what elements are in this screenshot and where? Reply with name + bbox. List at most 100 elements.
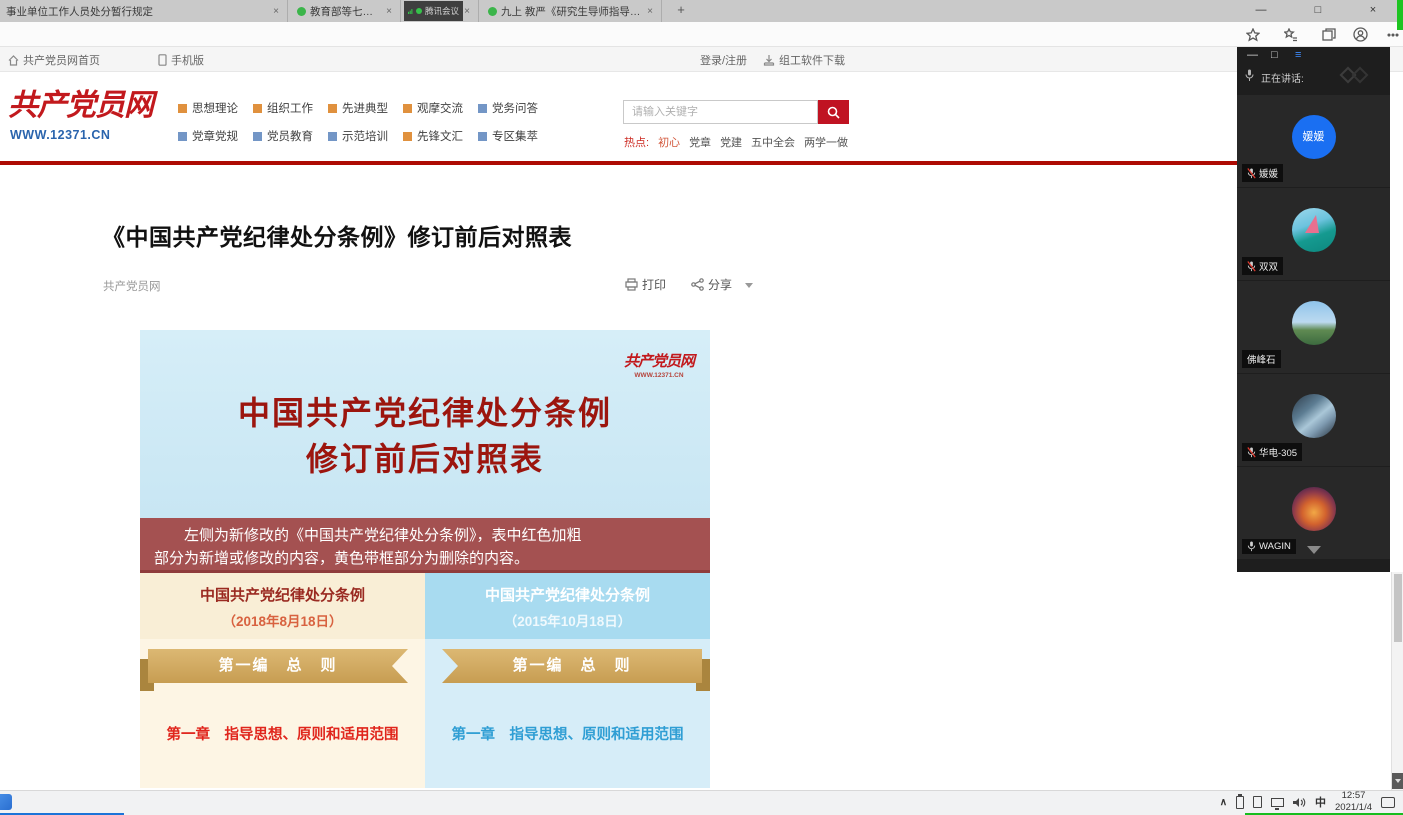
nav-bullet-icon xyxy=(178,132,187,141)
participant-tiles: 媛媛 媛媛 xyxy=(1237,95,1390,560)
browser-tab-2[interactable]: 教育部等七部门关于加强和改进高校成绩 × xyxy=(291,0,401,22)
more-participants-down-icon[interactable] xyxy=(1307,546,1321,554)
panel-maximize-icon[interactable]: □ xyxy=(1271,49,1278,61)
poster-title-line1: 中国共产党纪律处分条例 xyxy=(140,388,710,434)
header-divider xyxy=(0,161,1237,165)
page-scrollbar[interactable] xyxy=(1391,572,1403,790)
participant-tile[interactable]: 媛媛 媛媛 xyxy=(1237,95,1390,187)
scrollbar-thumb[interactable] xyxy=(1394,574,1402,642)
avatar xyxy=(1292,487,1336,531)
tencent-meeting-mini-bar[interactable]: 腾讯会议 xyxy=(404,1,463,21)
mic-muted-icon xyxy=(1247,168,1256,179)
panel-list-view-icon[interactable]: ≡ xyxy=(1295,49,1301,61)
home-icon xyxy=(8,55,19,66)
participant-tile[interactable]: 佛峰石 xyxy=(1237,281,1390,373)
site-logo-url: WWW.12371.CN xyxy=(10,128,110,142)
tab-close-icon[interactable]: × xyxy=(462,6,472,17)
phone-icon xyxy=(158,54,167,66)
nav-bullet-icon xyxy=(403,104,412,113)
hot-link-2[interactable]: 党章 xyxy=(689,134,711,150)
share-label: 分享 xyxy=(708,276,732,293)
scrollbar-down-button[interactable] xyxy=(1392,773,1403,789)
comparison-poster: 共产党员网 WWW.12371.CN 中国共产党纪律处分条例 修订前后对照表 左… xyxy=(140,330,710,788)
speaking-row: 正在讲话: xyxy=(1237,65,1390,89)
hot-link-4[interactable]: 五中全会 xyxy=(751,134,795,150)
chapter-heading: 第一章 指导思想、原则和适用范围 xyxy=(425,723,710,744)
battery-icon[interactable] xyxy=(1236,796,1244,809)
tab-close-icon[interactable]: × xyxy=(271,6,281,17)
browser-tab-4[interactable]: 九上 教严《研究生导师指导行为… × xyxy=(482,0,662,22)
hidden-icons-chevron[interactable]: ∧ xyxy=(1220,797,1227,808)
phone-link-icon[interactable] xyxy=(1253,796,1262,808)
avatar: 媛媛 xyxy=(1292,115,1336,159)
hot-link-1[interactable]: 初心 xyxy=(658,134,680,150)
avatar xyxy=(1292,394,1336,438)
browser-tab-1[interactable]: 事业单位工作人员处分暂行规定 × xyxy=(0,0,288,22)
nav-item-6[interactable]: 党章党规 xyxy=(178,128,238,144)
tab-close-icon[interactable]: × xyxy=(384,6,394,17)
new-tab-button[interactable]: + xyxy=(670,0,692,22)
hot-link-3[interactable]: 党建 xyxy=(720,134,742,150)
profile-avatar-icon[interactable] xyxy=(1352,26,1369,43)
print-button[interactable]: 打印 xyxy=(625,276,666,293)
search-button[interactable] xyxy=(818,100,849,124)
nav-item-8[interactable]: 示范培训 xyxy=(328,128,388,144)
window-close-button[interactable]: × xyxy=(1360,0,1386,22)
taskbar-clock[interactable]: 12:57 2021/1/4 xyxy=(1335,790,1372,814)
download-icon xyxy=(763,54,775,66)
meeting-panel-header: — □ ≡ xyxy=(1237,47,1390,65)
nav-item-4[interactable]: 观摩交流 xyxy=(403,100,463,116)
participant-tile[interactable]: 双双 xyxy=(1237,188,1390,280)
column-header: 中国共产党纪律处分条例 （2015年10月18日） xyxy=(425,573,710,639)
participant-name-label: WAGIN xyxy=(1242,539,1296,554)
browser-tab-bar: 事业单位工作人员处分暂行规定 × 教育部等七部门关于加强和改进高校成绩 × 教育… xyxy=(0,0,1403,22)
collections-icon[interactable] xyxy=(1320,26,1337,43)
nav-item-10[interactable]: 专区集萃 xyxy=(478,128,538,144)
window-maximize-button[interactable]: □ xyxy=(1305,0,1331,22)
nav-item-9[interactable]: 先锋文汇 xyxy=(403,128,463,144)
speaker-icon[interactable] xyxy=(1293,797,1306,808)
mic-muted-icon xyxy=(1247,261,1256,272)
share-dropdown-caret-icon[interactable] xyxy=(745,283,753,288)
taskbar-app-icon[interactable] xyxy=(0,794,12,810)
participant-tile[interactable]: 华电-305 xyxy=(1237,374,1390,466)
part-ribbon: 第一编 总 则 xyxy=(442,649,702,683)
site-home-link[interactable]: 共产党员网首页 xyxy=(8,52,100,68)
site-logo[interactable]: 共产党员网 xyxy=(8,80,153,124)
site-utility-bar: 共产党员网首页 手机版 登录/注册 组工软件下载 xyxy=(0,47,1403,72)
participant-name-label: 媛媛 xyxy=(1242,164,1283,182)
search-input[interactable] xyxy=(623,100,818,124)
favorite-star-icon[interactable] xyxy=(1244,26,1261,43)
ime-indicator[interactable]: 中 xyxy=(1315,794,1326,810)
nav-item-3[interactable]: 先进典型 xyxy=(328,100,388,116)
clock-time: 12:57 xyxy=(1335,790,1372,802)
meeting-overlay-label: 腾讯会议 xyxy=(425,5,459,17)
nav-bullet-icon xyxy=(478,132,487,141)
favorites-list-icon[interactable] xyxy=(1282,26,1299,43)
site-home-label: 共产党员网首页 xyxy=(23,52,100,68)
mic-muted-icon xyxy=(1247,447,1256,458)
screen-share-border xyxy=(1397,0,1403,30)
meeting-watermark-logo xyxy=(1340,67,1374,85)
nav-item-2[interactable]: 组织工作 xyxy=(253,100,313,116)
tab-title: 教育部等七部门关于加强和改进高校成绩 xyxy=(310,4,380,19)
poster-site-logo: 共产党员网 WWW.12371.CN xyxy=(624,350,694,379)
monitor-icon[interactable] xyxy=(1271,798,1284,807)
mobile-version-link[interactable]: 手机版 xyxy=(158,52,204,68)
print-icon xyxy=(625,278,638,291)
tab-close-icon[interactable]: × xyxy=(645,6,655,17)
hot-link-5[interactable]: 两学一做 xyxy=(804,134,848,150)
nav-item-7[interactable]: 党员教育 xyxy=(253,128,313,144)
software-download-link[interactable]: 组工软件下载 xyxy=(763,52,845,68)
panel-minimize-icon[interactable]: — xyxy=(1247,49,1258,61)
notifications-icon[interactable] xyxy=(1381,797,1395,808)
login-register-link[interactable]: 登录/注册 xyxy=(700,52,747,68)
poster-column-2015: 中国共产党纪律处分条例 （2015年10月18日） 第一编 总 则 第一章 指导… xyxy=(425,573,710,788)
nav-item-1[interactable]: 思想理论 xyxy=(178,100,238,116)
nav-item-5[interactable]: 党务问答 xyxy=(478,100,538,116)
share-button[interactable]: 分享 xyxy=(691,276,732,293)
window-minimize-button[interactable]: — xyxy=(1248,0,1274,22)
poster-header-section: 共产党员网 WWW.12371.CN 中国共产党纪律处分条例 修订前后对照表 xyxy=(140,330,710,518)
avatar xyxy=(1292,208,1336,252)
tab-title: 事业单位工作人员处分暂行规定 xyxy=(6,4,267,19)
